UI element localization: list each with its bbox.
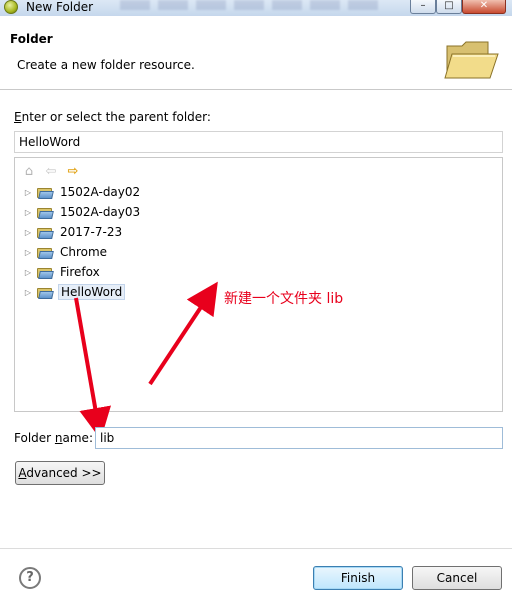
- annotation-text: 新建一个文件夹 lib: [224, 291, 344, 307]
- folder-large-icon: [444, 41, 499, 79]
- eclipse-icon: [4, 0, 18, 14]
- tree-item[interactable]: ▷ 1502A-day03: [23, 203, 142, 221]
- folder-name-label-post: ame:: [62, 431, 93, 445]
- folder-tree[interactable]: ⌂ ⇦ ⇨ ▷ 1502A-day02 ▷ 1502A-day03 ▷ 2017…: [14, 157, 503, 412]
- banner-title: Folder: [10, 32, 53, 46]
- advanced-button[interactable]: Advanced >>: [15, 461, 105, 485]
- tree-item[interactable]: ▷ Firefox: [23, 263, 102, 281]
- expand-triangle-icon[interactable]: ▷: [23, 228, 33, 237]
- folder-icon: [37, 246, 54, 259]
- title-bar: New Folder – □ ✕: [0, 0, 512, 16]
- wizard-banner: Folder Create a new folder resource.: [0, 16, 512, 90]
- tree-toolbar: ⌂ ⇦ ⇨: [21, 164, 81, 180]
- cancel-button[interactable]: Cancel: [412, 566, 502, 590]
- parent-folder-label-text: nter or select the parent folder:: [21, 110, 211, 124]
- minimize-icon: –: [420, 0, 426, 11]
- footer-divider: [0, 548, 512, 549]
- tree-item-label: 2017-7-23: [60, 225, 123, 239]
- folder-icon: [37, 206, 54, 219]
- parent-folder-accel: E: [14, 110, 22, 124]
- tree-item-label: 1502A-day03: [60, 205, 141, 219]
- expand-triangle-icon[interactable]: ▷: [23, 248, 33, 257]
- expand-triangle-icon[interactable]: ▷: [23, 188, 33, 197]
- tree-item[interactable]: ▷ 2017-7-23: [23, 223, 124, 241]
- title-bar-background: [120, 0, 380, 10]
- folder-name-input[interactable]: [95, 427, 503, 449]
- folder-icon: [37, 266, 54, 279]
- folder-name-label-pre: Folder: [14, 431, 55, 445]
- folder-icon: [37, 286, 54, 299]
- expand-triangle-icon[interactable]: ▷: [23, 268, 33, 277]
- maximize-button[interactable]: □: [436, 0, 462, 14]
- minimize-button[interactable]: –: [410, 0, 436, 14]
- tree-item-label: Chrome: [60, 245, 108, 259]
- close-button[interactable]: ✕: [462, 0, 506, 14]
- tree-item-label: Firefox: [60, 265, 100, 279]
- parent-folder-input[interactable]: [14, 131, 503, 153]
- home-icon[interactable]: ⌂: [21, 164, 37, 180]
- folder-icon: [37, 226, 54, 239]
- maximize-icon: □: [444, 0, 454, 11]
- tree-item[interactable]: ▷ 1502A-day02: [23, 183, 142, 201]
- banner-description: Create a new folder resource.: [17, 58, 195, 72]
- folder-name-accel: n: [54, 431, 63, 445]
- back-arrow-icon[interactable]: ⇦: [43, 164, 59, 180]
- tree-item[interactable]: ▷ Chrome: [23, 243, 109, 261]
- tree-item-label: HelloWord: [58, 284, 126, 300]
- expand-triangle-icon[interactable]: ▷: [23, 288, 33, 297]
- close-icon: ✕: [479, 0, 489, 11]
- finish-button[interactable]: Finish: [313, 566, 403, 590]
- window-title: New Folder: [26, 0, 94, 14]
- folder-icon: [37, 186, 54, 199]
- parent-folder-label: Enter or select the parent folder:: [14, 110, 211, 124]
- expand-triangle-icon[interactable]: ▷: [23, 208, 33, 217]
- folder-name-label: Folder name:: [14, 431, 93, 445]
- tree-item-selected[interactable]: ▷ HelloWord: [23, 283, 126, 301]
- forward-arrow-icon[interactable]: ⇨: [65, 164, 81, 180]
- help-icon[interactable]: ?: [19, 567, 41, 589]
- advanced-label: dvanced >>: [26, 466, 102, 480]
- tree-item-label: 1502A-day02: [60, 185, 141, 199]
